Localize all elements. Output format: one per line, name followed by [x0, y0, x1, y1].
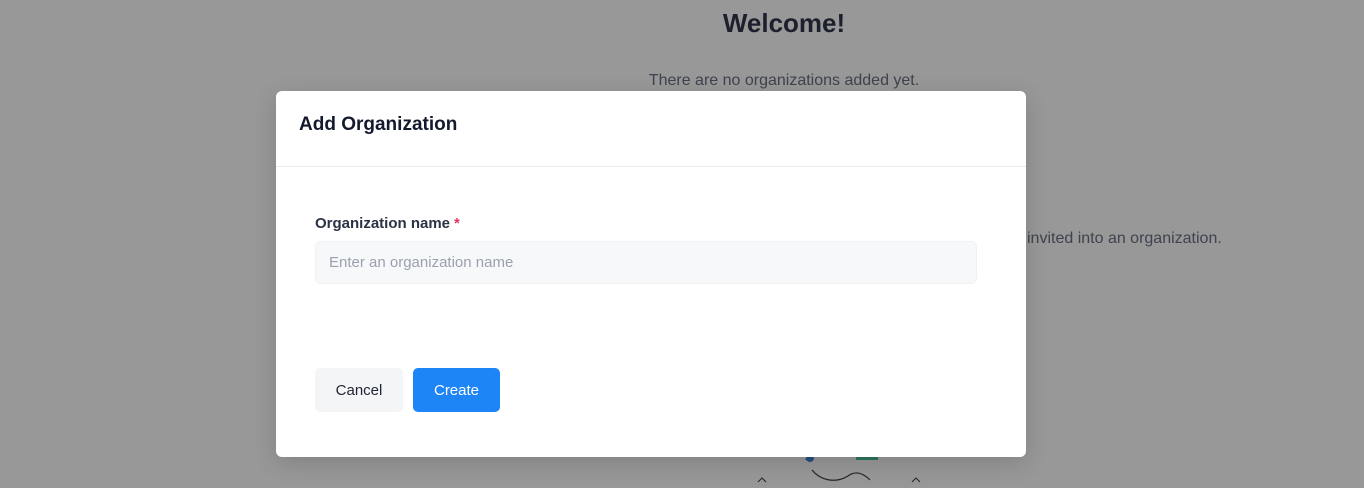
dialog-actions: Cancel Create	[315, 368, 500, 412]
required-asterisk: *	[454, 215, 460, 232]
add-organization-dialog: Add Organization Organization name * Can…	[276, 91, 1026, 457]
cancel-button[interactable]: Cancel	[315, 368, 403, 412]
dialog-body: Organization name *	[276, 167, 1026, 284]
create-button[interactable]: Create	[413, 368, 500, 412]
dialog-header: Add Organization	[276, 91, 1026, 167]
dialog-title: Add Organization	[299, 113, 458, 135]
app-page: Welcome! There are no organizations adde…	[0, 0, 1364, 488]
organization-name-input[interactable]	[315, 241, 977, 284]
organization-name-label-text: Organization name	[315, 215, 451, 232]
organization-name-label: Organization name *	[315, 215, 987, 232]
